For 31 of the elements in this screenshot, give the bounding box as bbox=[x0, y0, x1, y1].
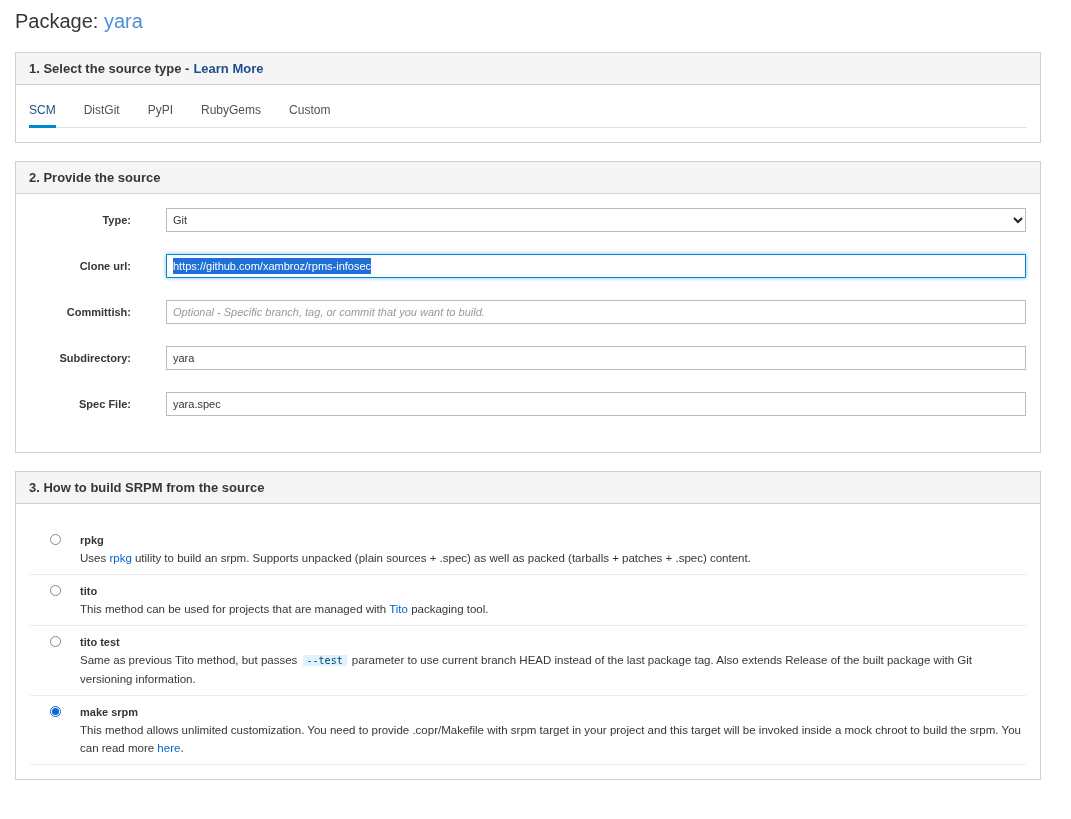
panel-title: 2. Provide the source bbox=[29, 168, 161, 187]
inline-link[interactable]: Tito bbox=[389, 603, 408, 615]
input-field[interactable]: https://github.com/xambroz/rpms-infosec bbox=[166, 254, 1026, 278]
source-tab[interactable]: SCM bbox=[29, 95, 56, 128]
source-tab[interactable]: RubyGems bbox=[201, 95, 262, 128]
panel-title: 1. Select the source type - bbox=[29, 59, 190, 78]
field-label: Spec File: bbox=[78, 396, 132, 412]
type-select[interactable]: Git bbox=[166, 208, 1026, 232]
inline-link[interactable]: rpkg bbox=[109, 552, 132, 564]
method-name: make srpm bbox=[80, 705, 140, 720]
chevron-down-icon bbox=[1013, 216, 1023, 224]
method-description: Uses rpkg utility to build an srpm. Supports unpacked (plain sources + .spec) as well as packed (tarballs + patches + .spec) content. bbox=[80, 551, 752, 566]
field-label: Type: bbox=[101, 212, 132, 228]
page-title: Package: yara bbox=[15, 9, 144, 34]
field-label: Clone url: bbox=[78, 258, 132, 274]
method-description: This method allows unlimited customization. You need to provide .copr/Makefile with srpm target in your project and this target will be invoked inside a mock chroot to build the srpm. You can read more here. bbox=[80, 723, 1022, 756]
field-label: Committish: bbox=[65, 304, 132, 320]
source-tab[interactable]: Custom bbox=[289, 95, 331, 128]
source-tab[interactable]: DistGit bbox=[83, 95, 120, 128]
learn-more-link[interactable]: Learn More bbox=[193, 58, 264, 79]
panel-title: 3. How to build SRPM from the source bbox=[29, 478, 265, 497]
method-name: rpkg bbox=[80, 533, 105, 548]
method-description: This method can be used for projects that are managed with Tito packaging tool. bbox=[80, 602, 490, 617]
method-name: tito test bbox=[80, 635, 121, 650]
method-name: tito bbox=[80, 584, 99, 599]
source-tab[interactable]: PyPI bbox=[147, 95, 173, 128]
inline-code: --test bbox=[302, 655, 347, 666]
input-field[interactable]: yara bbox=[166, 346, 1026, 370]
input-field[interactable]: yara.spec bbox=[166, 392, 1026, 416]
method-description: Same as previous Tito method, but passes --test parameter to use current branch HEAD instead of the last package tag. Also extends Release of the built package with Git versioning information. bbox=[80, 653, 973, 687]
field-label: Subdirectory: bbox=[58, 350, 132, 366]
